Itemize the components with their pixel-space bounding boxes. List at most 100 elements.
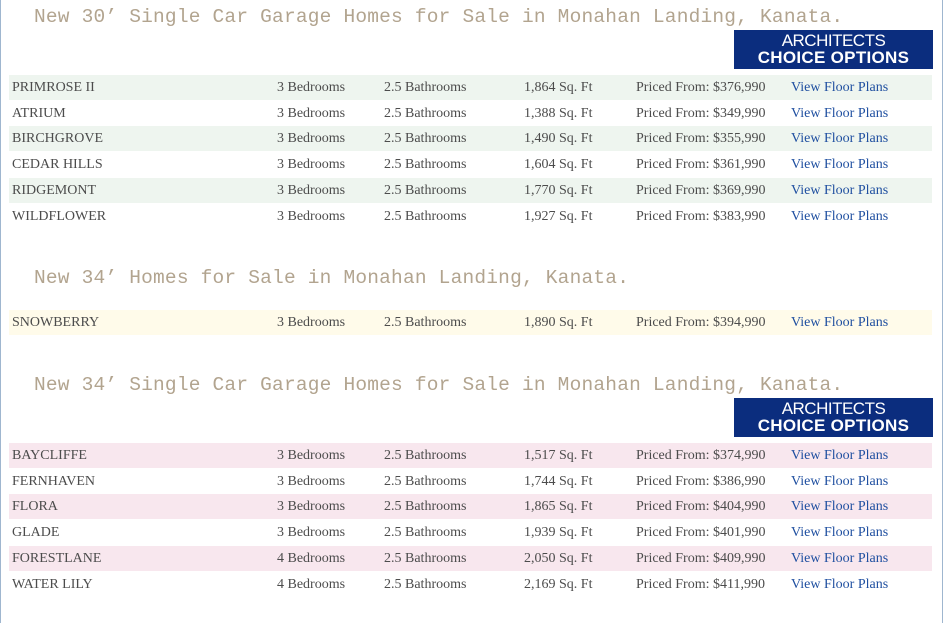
home-bedrooms: 3 Bedrooms xyxy=(277,80,346,95)
home-row: BAYCLIFFE 3 Bedrooms 2.5 Bathrooms 1,517… xyxy=(9,443,932,468)
architects-choice-badge[interactable]: ARCHITECTS CHOICE OPTIONS xyxy=(734,398,933,437)
home-name: PRIMROSE II xyxy=(12,80,95,95)
home-bathrooms: 2.5 Bathrooms xyxy=(384,131,467,146)
home-sqft: 1,604 Sq. Ft xyxy=(524,157,593,172)
home-bedrooms: 3 Bedrooms xyxy=(277,315,346,330)
home-price: Priced From: $355,990 xyxy=(636,131,766,146)
home-bedrooms: 3 Bedrooms xyxy=(277,474,346,489)
badge-line2: CHOICE OPTIONS xyxy=(757,48,910,67)
home-sqft: 1,939 Sq. Ft xyxy=(524,525,593,540)
home-price: Priced From: $383,990 xyxy=(636,209,766,224)
section-heading: New 34’ Single Car Garage Homes for Sale… xyxy=(34,374,844,396)
home-sqft: 1,388 Sq. Ft xyxy=(524,106,593,121)
view-floor-plans-link[interactable]: View Floor Plans xyxy=(791,75,888,100)
home-row: FLORA 3 Bedrooms 2.5 Bathrooms 1,865 Sq.… xyxy=(9,494,932,519)
home-name: FORESTLANE xyxy=(12,551,102,566)
home-price: Priced From: $394,990 xyxy=(636,315,766,330)
home-sqft: 1,890 Sq. Ft xyxy=(524,315,593,330)
home-sqft: 1,927 Sq. Ft xyxy=(524,209,593,224)
home-price: Priced From: $376,990 xyxy=(636,80,766,95)
home-sqft: 2,169 Sq. Ft xyxy=(524,577,593,592)
home-price: Priced From: $409,990 xyxy=(636,551,766,566)
home-bathrooms: 2.5 Bathrooms xyxy=(384,106,467,121)
home-row: SNOWBERRY 3 Bedrooms 2.5 Bathrooms 1,890… xyxy=(9,310,932,335)
home-sqft: 1,865 Sq. Ft xyxy=(524,499,593,514)
home-price: Priced From: $361,990 xyxy=(636,157,766,172)
home-name: SNOWBERRY xyxy=(12,315,100,330)
home-sqft: 1,517 Sq. Ft xyxy=(524,448,593,463)
home-bathrooms: 2.5 Bathrooms xyxy=(384,209,467,224)
home-row: FORESTLANE 4 Bedrooms 2.5 Bathrooms 2,05… xyxy=(9,546,932,571)
home-row: CEDAR HILLS 3 Bedrooms 2.5 Bathrooms 1,6… xyxy=(9,152,932,177)
home-price: Priced From: $369,990 xyxy=(636,183,766,198)
home-bedrooms: 3 Bedrooms xyxy=(277,525,346,540)
home-name: BAYCLIFFE xyxy=(12,448,87,463)
home-name: CEDAR HILLS xyxy=(12,157,103,172)
home-bathrooms: 2.5 Bathrooms xyxy=(384,474,467,489)
home-bedrooms: 3 Bedrooms xyxy=(277,131,346,146)
home-price: Priced From: $386,990 xyxy=(636,474,766,489)
badge-line1: ARCHITECTS xyxy=(781,399,886,418)
home-bathrooms: 2.5 Bathrooms xyxy=(384,499,467,514)
home-bathrooms: 2.5 Bathrooms xyxy=(384,551,467,566)
view-floor-plans-link[interactable]: View Floor Plans xyxy=(791,178,888,203)
home-bathrooms: 2.5 Bathrooms xyxy=(384,157,467,172)
home-sqft: 1,770 Sq. Ft xyxy=(524,183,593,198)
home-name: BIRCHGROVE xyxy=(12,131,104,146)
section-heading: New 30’ Single Car Garage Homes for Sale… xyxy=(34,6,844,28)
badge-line2: CHOICE OPTIONS xyxy=(757,416,910,435)
view-floor-plans-link[interactable]: View Floor Plans xyxy=(791,101,888,126)
view-floor-plans-link[interactable]: View Floor Plans xyxy=(791,443,888,468)
home-bathrooms: 2.5 Bathrooms xyxy=(384,525,467,540)
home-name: WATER LILY xyxy=(12,577,93,592)
home-sqft: 1,490 Sq. Ft xyxy=(524,131,593,146)
home-price: Priced From: $404,990 xyxy=(636,499,766,514)
section-heading: New 34’ Homes for Sale in Monahan Landin… xyxy=(34,267,630,289)
home-row: PRIMROSE II 3 Bedrooms 2.5 Bathrooms 1,8… xyxy=(9,75,932,100)
home-sqft: 1,744 Sq. Ft xyxy=(524,474,593,489)
home-bathrooms: 2.5 Bathrooms xyxy=(384,448,467,463)
home-sqft: 1,864 Sq. Ft xyxy=(524,80,593,95)
home-bedrooms: 3 Bedrooms xyxy=(277,106,346,121)
home-row: GLADE 3 Bedrooms 2.5 Bathrooms 1,939 Sq.… xyxy=(9,520,932,545)
home-name: ATRIUM xyxy=(12,106,66,121)
home-row: BIRCHGROVE 3 Bedrooms 2.5 Bathrooms 1,49… xyxy=(9,126,932,151)
view-floor-plans-link[interactable]: View Floor Plans xyxy=(791,152,888,177)
home-bedrooms: 4 Bedrooms xyxy=(277,577,346,592)
view-floor-plans-link[interactable]: View Floor Plans xyxy=(791,572,888,597)
home-bedrooms: 4 Bedrooms xyxy=(277,551,346,566)
home-bathrooms: 2.5 Bathrooms xyxy=(384,183,467,198)
home-bedrooms: 3 Bedrooms xyxy=(277,209,346,224)
home-bathrooms: 2.5 Bathrooms xyxy=(384,315,467,330)
home-sqft: 2,050 Sq. Ft xyxy=(524,551,593,566)
home-bedrooms: 3 Bedrooms xyxy=(277,183,346,198)
home-price: Priced From: $374,990 xyxy=(636,448,766,463)
view-floor-plans-link[interactable]: View Floor Plans xyxy=(791,520,888,545)
view-floor-plans-link[interactable]: View Floor Plans xyxy=(791,310,888,335)
view-floor-plans-link[interactable]: View Floor Plans xyxy=(791,204,888,229)
home-bedrooms: 3 Bedrooms xyxy=(277,157,346,172)
home-name: GLADE xyxy=(12,525,60,540)
home-name: FERNHAVEN xyxy=(12,474,95,489)
view-floor-plans-link[interactable]: View Floor Plans xyxy=(791,494,888,519)
home-name: RIDGEMONT xyxy=(12,183,96,198)
home-name: FLORA xyxy=(12,499,58,514)
home-row: WILDFLOWER 3 Bedrooms 2.5 Bathrooms 1,92… xyxy=(9,204,932,229)
home-row: ATRIUM 3 Bedrooms 2.5 Bathrooms 1,388 Sq… xyxy=(9,101,932,126)
view-floor-plans-link[interactable]: View Floor Plans xyxy=(791,126,888,151)
home-price: Priced From: $401,990 xyxy=(636,525,766,540)
home-row: RIDGEMONT 3 Bedrooms 2.5 Bathrooms 1,770… xyxy=(9,178,932,203)
badge-line1: ARCHITECTS xyxy=(781,31,886,50)
home-row: FERNHAVEN 3 Bedrooms 2.5 Bathrooms 1,744… xyxy=(9,469,932,494)
architects-choice-badge[interactable]: ARCHITECTS CHOICE OPTIONS xyxy=(734,30,933,69)
home-price: Priced From: $349,990 xyxy=(636,106,766,121)
home-bathrooms: 2.5 Bathrooms xyxy=(384,577,467,592)
home-bedrooms: 3 Bedrooms xyxy=(277,448,346,463)
home-bathrooms: 2.5 Bathrooms xyxy=(384,80,467,95)
home-row: WATER LILY 4 Bedrooms 2.5 Bathrooms 2,16… xyxy=(9,572,932,597)
home-bedrooms: 3 Bedrooms xyxy=(277,499,346,514)
view-floor-plans-link[interactable]: View Floor Plans xyxy=(791,469,888,494)
home-name: WILDFLOWER xyxy=(12,209,107,224)
home-price: Priced From: $411,990 xyxy=(636,577,765,592)
view-floor-plans-link[interactable]: View Floor Plans xyxy=(791,546,888,571)
